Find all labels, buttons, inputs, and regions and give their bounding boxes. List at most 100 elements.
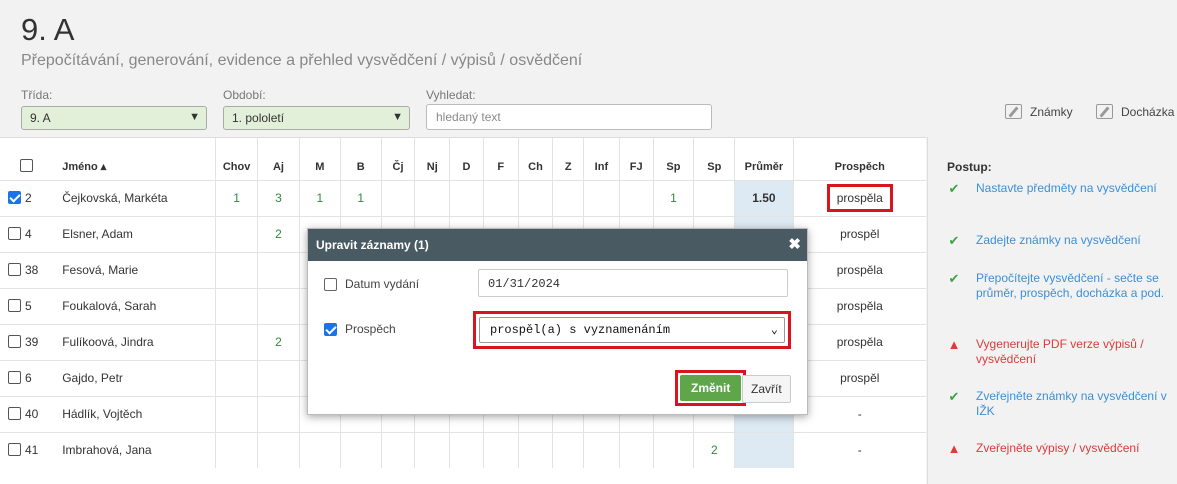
procedure-step-link[interactable]: Zveřejněte známky na vysvědčení v IŽK bbox=[976, 389, 1167, 419]
date-input[interactable]: 01/31/2024 bbox=[478, 269, 788, 297]
grade-cell[interactable] bbox=[652, 431, 694, 468]
search-input[interactable]: hledaný text bbox=[426, 104, 712, 130]
result-cell[interactable]: - bbox=[792, 431, 926, 468]
result-select[interactable]: prospěl(a) s vyznamenáním ⌄ bbox=[479, 317, 785, 343]
procedure-step-link[interactable]: Zveřejněte výpisy / vysvědčení bbox=[976, 441, 1139, 456]
select-all-checkbox[interactable] bbox=[19, 158, 33, 172]
grade-cell[interactable] bbox=[618, 179, 653, 216]
grades-link[interactable]: Známky bbox=[1005, 104, 1073, 119]
procedure-step[interactable]: ✔ Nastavte předměty na vysvědčení bbox=[947, 181, 1167, 196]
result-cell[interactable]: prospěla bbox=[792, 251, 926, 288]
grade-cell[interactable] bbox=[482, 431, 519, 468]
column-header[interactable]: Chov bbox=[215, 138, 258, 180]
grade-cell[interactable]: 1 bbox=[652, 179, 694, 216]
attendance-link[interactable]: Docházka bbox=[1096, 104, 1174, 119]
grade-cell[interactable] bbox=[693, 179, 735, 216]
grade-cell[interactable] bbox=[449, 179, 484, 216]
grade-cell[interactable] bbox=[583, 179, 620, 216]
result-cell[interactable]: prospěla bbox=[792, 323, 926, 360]
grade-cell[interactable] bbox=[414, 431, 450, 468]
grade-cell[interactable] bbox=[339, 431, 382, 468]
grade-cell[interactable] bbox=[215, 287, 258, 324]
column-header[interactable]: FJ bbox=[618, 138, 653, 180]
period-select[interactable]: 1. pololetí ▼ bbox=[223, 106, 410, 130]
procedure-step-link[interactable]: Přepočítejte vysvědčení - sečte se průmě… bbox=[976, 271, 1167, 301]
procedure-step-link[interactable]: Nastavte předměty na vysvědčení bbox=[976, 181, 1157, 196]
grade-cell[interactable]: 3 bbox=[257, 179, 300, 216]
result-cell[interactable]: prospěl bbox=[792, 215, 926, 252]
date-checkbox[interactable] bbox=[324, 277, 337, 291]
grade-cell[interactable] bbox=[215, 395, 258, 432]
grade-cell[interactable] bbox=[583, 431, 620, 468]
column-header[interactable]: M bbox=[298, 138, 341, 180]
column-header[interactable]: Ch bbox=[517, 138, 553, 180]
procedure-step[interactable]: ▲ Zveřejněte výpisy / vysvědčení bbox=[947, 441, 1167, 456]
procedure-step[interactable]: ▲ Vygenerujte PDF verze výpisů / vysvědče… bbox=[947, 337, 1167, 367]
grade-cell[interactable] bbox=[449, 431, 484, 468]
grade-cell[interactable] bbox=[482, 179, 519, 216]
row-checkbox[interactable] bbox=[8, 443, 21, 457]
column-header[interactable]: Inf bbox=[583, 138, 620, 180]
grade-cell[interactable] bbox=[552, 431, 584, 468]
grade-cell[interactable] bbox=[552, 179, 584, 216]
column-header-name[interactable]: Jméno ▴ bbox=[56, 138, 215, 180]
grade-cell[interactable] bbox=[215, 251, 258, 288]
grade-cell[interactable] bbox=[298, 431, 341, 468]
row-checkbox[interactable] bbox=[8, 227, 21, 240]
result-cell[interactable]: prospěla bbox=[792, 287, 926, 324]
row-checkbox[interactable] bbox=[8, 407, 21, 420]
grade-cell[interactable] bbox=[517, 431, 553, 468]
column-header[interactable]: Sp bbox=[693, 138, 735, 180]
column-header[interactable]: Prospěch bbox=[792, 138, 926, 180]
close-icon[interactable]: ✖ bbox=[788, 235, 801, 253]
grade-cell[interactable] bbox=[257, 431, 300, 468]
grade-cell[interactable] bbox=[215, 215, 258, 252]
grade-cell[interactable] bbox=[517, 179, 553, 216]
row-checkbox[interactable] bbox=[8, 263, 21, 276]
grade-cell[interactable] bbox=[257, 395, 300, 432]
cancel-button[interactable]: Zavřít bbox=[742, 375, 791, 403]
column-header[interactable]: Čj bbox=[380, 138, 415, 180]
grade-cell[interactable]: 1 bbox=[215, 179, 258, 216]
table-row[interactable]: 2 Čejkovská, Markéta 1 3 1 1 1 1.50 prospěla bbox=[0, 179, 926, 216]
save-button[interactable]: Změnit bbox=[680, 375, 742, 401]
procedure-step[interactable]: ✔ Zadejte známky na vysvědčení bbox=[947, 233, 1167, 248]
grade-cell[interactable] bbox=[618, 431, 653, 468]
grade-cell[interactable] bbox=[215, 359, 258, 396]
table-row[interactable]: 41 Imbrahová, Jana 2 - bbox=[0, 431, 926, 468]
grade-cell[interactable]: 1 bbox=[298, 179, 341, 216]
grade-cell[interactable] bbox=[215, 431, 258, 468]
grade-cell[interactable] bbox=[257, 251, 300, 288]
result-cell[interactable]: prospěla bbox=[792, 179, 926, 216]
column-header[interactable]: F bbox=[482, 138, 519, 180]
grade-cell[interactable] bbox=[380, 179, 415, 216]
procedure-step[interactable]: ✔ Zveřejněte známky na vysvědčení v IŽK bbox=[947, 389, 1167, 419]
result-cell[interactable]: - bbox=[792, 395, 926, 432]
column-header[interactable]: D bbox=[449, 138, 484, 180]
column-header[interactable]: Nj bbox=[414, 138, 450, 180]
row-checkbox[interactable] bbox=[8, 371, 21, 384]
column-header[interactable]: Sp bbox=[652, 138, 694, 180]
column-header[interactable]: Z bbox=[552, 138, 584, 180]
select-all-header[interactable] bbox=[0, 138, 56, 180]
grade-cell[interactable]: 2 bbox=[693, 431, 735, 468]
grade-cell[interactable] bbox=[257, 287, 300, 324]
row-checkbox[interactable] bbox=[8, 299, 21, 312]
grade-cell[interactable] bbox=[215, 323, 258, 360]
column-header[interactable]: Průměr bbox=[734, 138, 793, 180]
procedure-step-link[interactable]: Zadejte známky na vysvědčení bbox=[976, 233, 1141, 248]
result-cell[interactable]: prospěl bbox=[792, 359, 926, 396]
column-header[interactable]: B bbox=[339, 138, 382, 180]
grade-cell[interactable] bbox=[414, 179, 450, 216]
row-checkbox[interactable] bbox=[8, 335, 21, 348]
class-select[interactable]: 9. A ▼ bbox=[21, 106, 207, 130]
grade-cell[interactable]: 1 bbox=[339, 179, 382, 216]
grade-cell[interactable]: 2 bbox=[257, 323, 300, 360]
result-checkbox[interactable] bbox=[324, 322, 337, 336]
column-header[interactable]: Aj bbox=[257, 138, 300, 180]
procedure-step[interactable]: ✔ Přepočítejte vysvědčení - sečte se prům… bbox=[947, 271, 1167, 301]
grade-cell[interactable]: 2 bbox=[257, 215, 300, 252]
grade-cell[interactable] bbox=[380, 431, 415, 468]
grade-cell[interactable] bbox=[257, 359, 300, 396]
row-checkbox[interactable] bbox=[8, 191, 21, 204]
